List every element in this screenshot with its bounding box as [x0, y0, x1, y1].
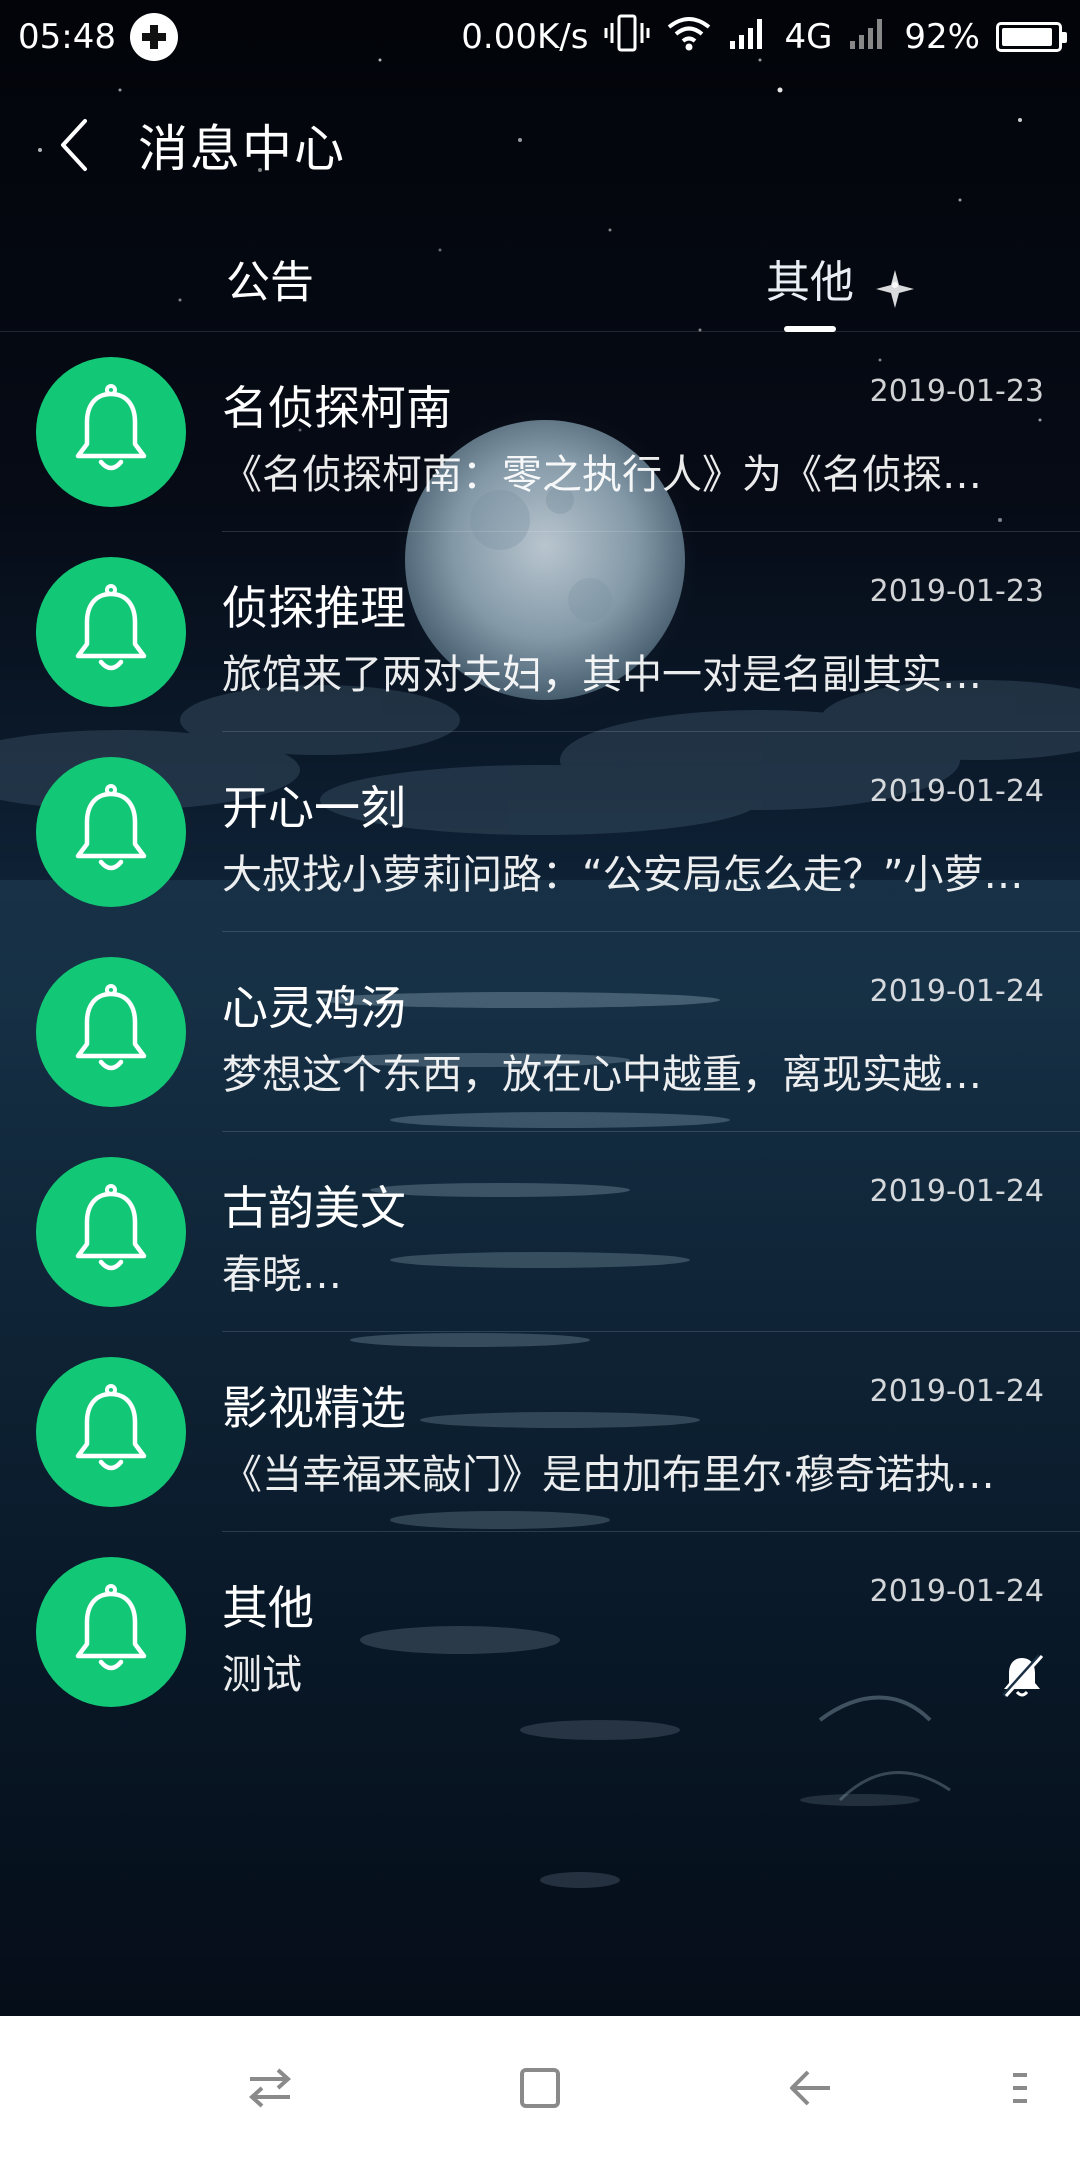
network-speed: 0.00K/s [461, 17, 589, 57]
message-preview: 旅馆来了两对夫妇，其中一对是名副其实… [222, 652, 982, 698]
message-body: 开心一刻 2019-01-24 大叔找小萝莉问路：“公安局怎么走？”小萝… [222, 732, 1080, 932]
bell-icon [69, 1582, 153, 1682]
message-preview: 《当幸福来敲门》是由加布里尔·穆奇诺执… [222, 1452, 995, 1498]
message-item[interactable]: 其他 2019-01-24 测试 [0, 1532, 1080, 1732]
system-nav-bar [0, 2016, 1080, 2160]
message-date: 2019-01-24 [869, 974, 1044, 1009]
switch-icon[interactable] [234, 2052, 306, 2124]
bell-icon [69, 782, 153, 882]
bell-icon [69, 382, 153, 482]
chevron-left-icon [61, 119, 87, 171]
message-title: 影视精选 [222, 1381, 406, 1435]
bell-avatar [36, 1557, 186, 1707]
message-preview: 测试 [222, 1652, 302, 1698]
message-item[interactable]: 名侦探柯南 2019-01-23 《名侦探柯南：零之执行人》为《名侦探… [0, 332, 1080, 532]
tab-label: 其他 [766, 257, 854, 308]
message-date: 2019-01-24 [869, 1374, 1044, 1409]
bell-icon [69, 1382, 153, 1482]
signal-icon [728, 15, 768, 60]
message-preview: 梦想这个东西，放在心中越重，离现实越… [222, 1052, 982, 1098]
menu-icon[interactable] [984, 2052, 1056, 2124]
message-body: 心灵鸡汤 2019-01-24 梦想这个东西，放在心中越重，离现实越… [222, 932, 1080, 1132]
message-date: 2019-01-24 [869, 1174, 1044, 1209]
message-body: 侦探推理 2019-01-23 旅馆来了两对夫妇，其中一对是名副其实… [222, 532, 1080, 732]
message-body: 其他 2019-01-24 测试 [222, 1532, 1080, 1732]
message-item[interactable]: 影视精选 2019-01-24 《当幸福来敲门》是由加布里尔·穆奇诺执… [0, 1332, 1080, 1532]
tab-other[interactable]: 其他 [660, 232, 960, 332]
network-type: 4G [784, 17, 833, 57]
back-arrow-icon[interactable] [774, 2052, 846, 2124]
bell-avatar [36, 957, 186, 1107]
bell-avatar [36, 757, 186, 907]
battery-percent: 92% [904, 17, 980, 57]
wifi-icon [666, 15, 712, 60]
message-title: 心灵鸡汤 [222, 981, 406, 1035]
signal-weak-icon [848, 15, 888, 60]
message-body: 影视精选 2019-01-24 《当幸福来敲门》是由加布里尔·穆奇诺执… [222, 1332, 1080, 1532]
bell-icon [69, 1182, 153, 1282]
bell-off-icon [998, 1652, 1046, 1700]
tab-bar: 公告 其他 [0, 232, 1080, 332]
message-item[interactable]: 古韵美文 2019-01-24 春晓… [0, 1132, 1080, 1332]
battery-icon [996, 22, 1067, 52]
message-item[interactable]: 心灵鸡汤 2019-01-24 梦想这个东西，放在心中越重，离现实越… [0, 932, 1080, 1132]
message-title: 其他 [222, 1581, 314, 1635]
home-square-icon[interactable] [504, 2052, 576, 2124]
message-item[interactable]: 开心一刻 2019-01-24 大叔找小萝莉问路：“公安局怎么走？”小萝… [0, 732, 1080, 932]
tab-label: 公告 [226, 257, 314, 308]
bell-icon [69, 582, 153, 682]
message-preview: 春晓… [222, 1252, 342, 1298]
message-preview: 《名侦探柯南：零之执行人》为《名侦探… [222, 452, 982, 498]
message-title: 开心一刻 [222, 781, 406, 835]
bell-icon [69, 982, 153, 1082]
tab-announcements[interactable]: 公告 [120, 232, 420, 332]
vibrate-icon [604, 13, 650, 62]
message-title: 名侦探柯南 [222, 381, 452, 435]
bell-avatar [36, 1157, 186, 1307]
message-date: 2019-01-23 [869, 574, 1044, 609]
back-button[interactable] [30, 100, 120, 190]
message-date: 2019-01-24 [869, 774, 1044, 809]
bell-avatar [36, 357, 186, 507]
message-body: 名侦探柯南 2019-01-23 《名侦探柯南：零之执行人》为《名侦探… [222, 332, 1080, 532]
bell-avatar [36, 557, 186, 707]
header: 消息中心 [0, 100, 1080, 190]
message-list: 名侦探柯南 2019-01-23 《名侦探柯南：零之执行人》为《名侦探… 侦探推理 20… [0, 332, 1080, 1732]
message-preview: 大叔找小萝莉问路：“公安局怎么走？”小萝… [222, 852, 1022, 898]
status-time: 05:48 [18, 17, 116, 57]
message-title: 侦探推理 [222, 581, 406, 635]
page-title: 消息中心 [138, 120, 346, 178]
status-bar: 05:48 0.00K/s 4G 92% [0, 0, 1080, 74]
battery-level [1002, 28, 1052, 46]
bell-avatar [36, 1357, 186, 1507]
message-date: 2019-01-24 [869, 1574, 1044, 1609]
message-body: 古韵美文 2019-01-24 春晓… [222, 1132, 1080, 1332]
plus-circle-icon [129, 13, 178, 61]
message-date: 2019-01-23 [869, 374, 1044, 409]
message-item[interactable]: 侦探推理 2019-01-23 旅馆来了两对夫妇，其中一对是名副其实… [0, 532, 1080, 732]
message-title: 古韵美文 [222, 1181, 406, 1235]
